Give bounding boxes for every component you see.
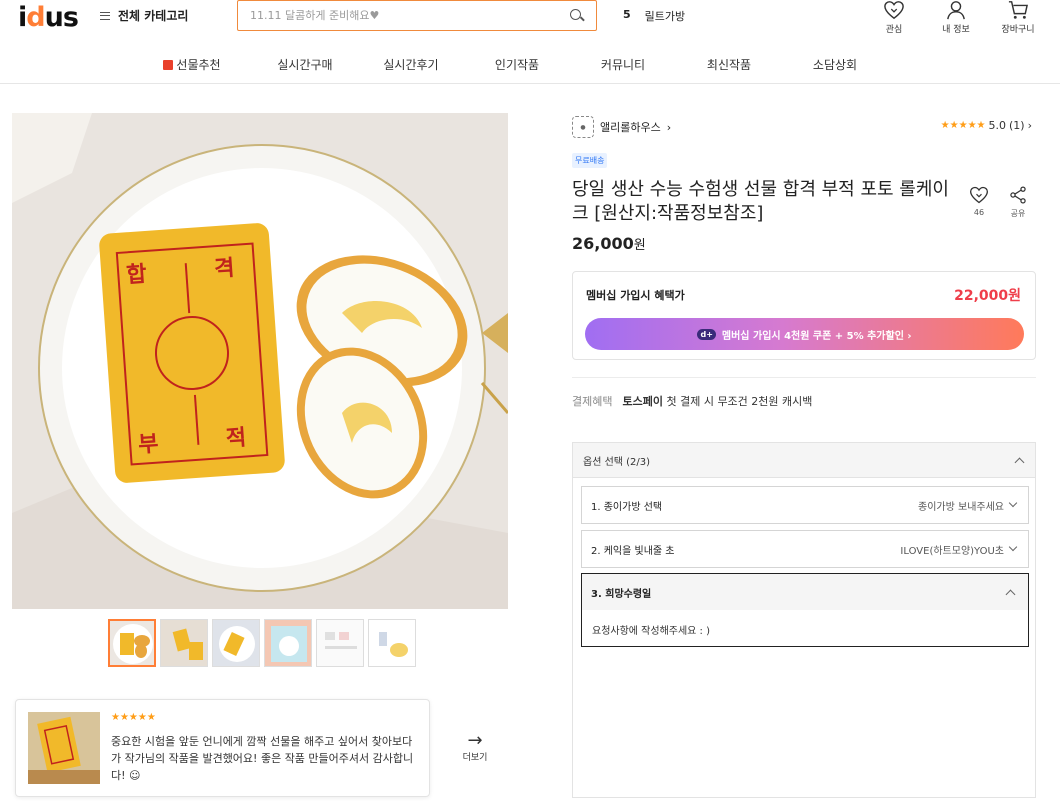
user-icon — [947, 1, 965, 20]
all-category-button[interactable]: 전체 카테고리 — [100, 7, 188, 24]
svg-text:합: 합 — [126, 261, 148, 288]
rating-score: 5.0 — [988, 119, 1007, 132]
my-info-label: 내 정보 — [942, 25, 970, 35]
nav-realtime-review[interactable]: 실시간후기 — [358, 56, 464, 73]
membership-price: 22,000원 — [954, 288, 1021, 304]
payment-brand: 토스페이 — [622, 395, 663, 408]
nav-latest[interactable]: 최신작품 — [676, 56, 782, 73]
option-date-input[interactable]: 요청사항에 작성해주세요 : ) — [582, 610, 1028, 649]
review-text: 중요한 시험을 앞둔 언니에게 깜짝 선물을 해주고 싶어서 찾아보다가 작가님… — [111, 735, 414, 782]
site-header: idus 전체 카테고리 5 릴트가방 관심 내 정보 장바구니 선물추천 실시… — [0, 0, 1060, 84]
divider — [572, 377, 1036, 378]
membership-label: 멤버십 가입시 혜택가 — [586, 289, 685, 302]
membership-button-label: 멤버십 가입시 4천원 쿠폰 + 5% 추가할인 › — [721, 330, 912, 342]
idus-logo[interactable]: idus — [18, 2, 79, 33]
my-info-button[interactable]: 내 정보 — [936, 0, 976, 35]
option-value: ILOVE(하트모양)YOU초 — [900, 545, 1004, 557]
search-input[interactable] — [250, 9, 570, 22]
search-icon[interactable] — [570, 8, 584, 23]
thumbnail-strip — [108, 619, 416, 667]
thumbnail[interactable] — [316, 619, 364, 667]
like-count: 46 — [973, 208, 985, 217]
heart-icon — [969, 186, 989, 204]
menu-icon — [100, 11, 110, 20]
rank-keyword: 릴트가방 — [644, 10, 686, 23]
option-header[interactable]: 옵션 선택 (2/3) — [573, 443, 1035, 478]
chevron-down-icon — [1008, 498, 1018, 508]
option-select-candle[interactable]: 2. 케익을 빛내줄 초 ILOVE(하트모양)YOU초 — [581, 530, 1029, 568]
option-label: 3. 희망수령일 — [591, 588, 652, 600]
svg-text:적: 적 — [225, 425, 247, 451]
price-unit: 원 — [633, 238, 646, 253]
main-nav: 선물추천 실시간구매 실시간후기 인기작품 커뮤니티 최신작품 소담상회 — [0, 56, 1060, 73]
option-header-label: 옵션 선택 (2/3) — [583, 456, 651, 468]
cart-label: 장바구니 — [1001, 25, 1035, 35]
review-stars: ★★★★★ — [111, 712, 156, 723]
thumbnail[interactable] — [368, 619, 416, 667]
product-title: 당일 생산 수능 수험생 선물 합격 부적 포토 롤케이크 [원산지:작품정보참… — [572, 179, 949, 224]
free-shipping-badge: 무료배송 — [572, 153, 608, 168]
seller-name: 앨리롤하우스 — [600, 121, 661, 134]
product-rating[interactable]: ★★★★★ 5.0 (1) › — [941, 119, 1032, 132]
thumbnail[interactable] — [212, 619, 260, 667]
cart-icon — [1008, 1, 1028, 19]
search-bar[interactable] — [237, 0, 597, 31]
heart-icon — [884, 1, 904, 20]
nav-community[interactable]: 커뮤니티 — [570, 56, 676, 73]
rating-count: (1) — [1009, 119, 1025, 132]
arrow-right-icon: → — [467, 730, 483, 751]
wishlist-button[interactable]: 관심 — [874, 0, 914, 35]
rating-stars: ★★★★★ — [940, 120, 986, 131]
rank-number: 5 — [623, 8, 631, 21]
option-value: 종이가방 보내주세요 — [918, 501, 1004, 513]
thumbnail[interactable] — [108, 619, 156, 667]
review-more-button[interactable]: → 더보기 — [455, 730, 495, 764]
share-label: 공유 — [1010, 209, 1026, 218]
product-price: 26,000원 — [572, 234, 646, 253]
review-photo — [28, 712, 100, 784]
nav-popular[interactable]: 인기작품 — [464, 56, 570, 73]
thumbnail[interactable] — [264, 619, 312, 667]
share-icon — [1010, 186, 1026, 204]
thumbnail[interactable] — [160, 619, 208, 667]
svg-text:격: 격 — [213, 256, 235, 282]
seller-logo: ● — [572, 116, 594, 138]
chevron-down-icon — [1008, 542, 1018, 552]
membership-join-button[interactable]: d+ 멤버십 가입시 4천원 쿠폰 + 5% 추가할인 › — [585, 318, 1024, 350]
nav-sodam[interactable]: 소담상회 — [782, 56, 888, 73]
option-panel: 옵션 선택 (2/3) 1. 종이가방 선택 종이가방 보내주세요 2. 케익을… — [572, 442, 1036, 798]
chevron-up-icon — [1005, 589, 1016, 599]
payment-benefit: 결제혜택 토스페이 첫 결제 시 무조건 2천원 캐시백 — [572, 393, 812, 409]
svg-text:부: 부 — [137, 432, 159, 458]
membership-badge-icon: d+ — [697, 328, 716, 340]
gift-icon — [163, 60, 174, 70]
roll-cake-photo: 합 격 부 적 — [12, 113, 508, 609]
more-label: 더보기 — [462, 753, 488, 763]
price-value: 26,000 — [572, 234, 634, 253]
option-label: 1. 종이가방 선택 — [591, 501, 663, 513]
option-date-expanded: 3. 희망수령일 요청사항에 작성해주세요 : ) — [581, 573, 1029, 647]
option-label: 2. 케익을 빛내줄 초 — [591, 545, 675, 557]
realtime-rank[interactable]: 5 릴트가방 — [623, 8, 685, 24]
cart-button[interactable]: 장바구니 — [998, 0, 1038, 35]
seller-link[interactable]: ● 앨리롤하우스 › — [572, 116, 671, 138]
wishlist-label: 관심 — [885, 25, 903, 35]
payment-text: 첫 결제 시 무조건 2천원 캐시백 — [666, 395, 813, 408]
category-label: 전체 카테고리 — [118, 9, 189, 23]
membership-box: 멤버십 가입시 혜택가 22,000원 d+ 멤버십 가입시 4천원 쿠폰 + … — [572, 271, 1036, 360]
nav-gift[interactable]: 선물추천 — [132, 56, 252, 73]
product-main-image[interactable]: 합 격 부 적 — [12, 113, 508, 609]
chevron-right-icon: › — [1027, 119, 1032, 132]
chevron-up-icon — [1014, 457, 1025, 467]
review-card[interactable]: ★★★★★ 중요한 시험을 앞둔 언니에게 깜짝 선물을 해주고 싶어서 찾아보… — [15, 699, 430, 797]
payment-label: 결제혜택 — [572, 395, 613, 408]
option-select-bag[interactable]: 1. 종이가방 선택 종이가방 보내주세요 — [581, 486, 1029, 524]
option-date-header[interactable]: 3. 희망수령일 — [582, 574, 1028, 610]
nav-gift-label: 선물추천 — [176, 58, 221, 72]
share-button[interactable]: 공유 — [1006, 185, 1030, 219]
nav-realtime-purchase[interactable]: 실시간구매 — [252, 56, 358, 73]
chevron-right-icon: › — [666, 120, 672, 134]
like-button[interactable]: 46 — [967, 185, 991, 217]
